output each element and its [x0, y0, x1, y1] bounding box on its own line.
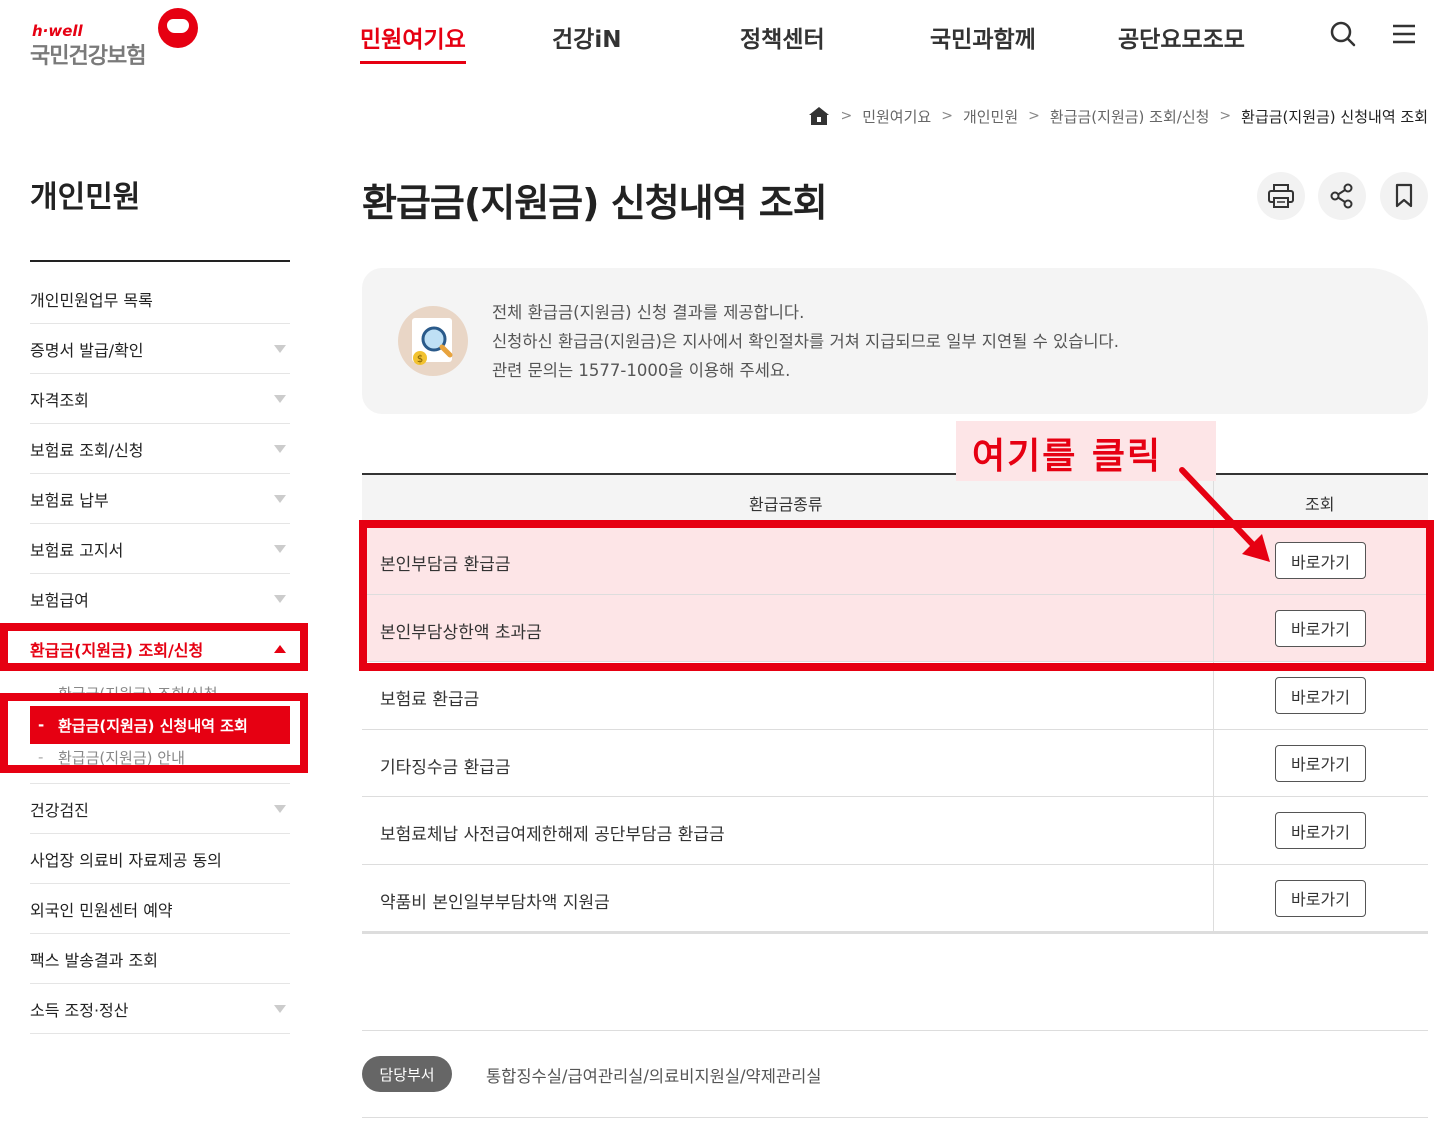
sidebar-item-foreigner-center[interactable]: 외국인 민원센터 예약 — [30, 884, 290, 934]
sidebar-item-premium-inquiry[interactable]: 보험료 조회/신청 — [30, 424, 290, 474]
breadcrumb-current: 환급금(지원금) 신청내역 조회 — [1241, 107, 1428, 126]
menu-icon[interactable] — [1388, 18, 1420, 50]
refund-type-name: 약품비 본인일부부담차액 지원금 — [380, 892, 610, 913]
breadcrumb-separator: > — [1219, 108, 1232, 124]
sidebar-item-list[interactable]: 개인민원업무 목록 — [30, 274, 290, 324]
sidebar-item-label: 보험급여 — [30, 590, 89, 610]
chevron-down-icon — [274, 545, 286, 553]
chevron-down-icon — [274, 445, 286, 453]
print-icon[interactable] — [1257, 172, 1305, 220]
sidebar-item-label: 보험료 고지서 — [30, 540, 124, 560]
column-header-type: 환급금종류 — [749, 495, 823, 514]
share-icon[interactable] — [1318, 172, 1366, 220]
logo-mark-icon — [158, 8, 198, 48]
sidebar-item-label: 건강검진 — [30, 800, 89, 820]
callout-text: 여기를 클릭 — [972, 436, 1163, 477]
breadcrumb-item[interactable]: 개인민원 — [963, 106, 1018, 127]
sidebar-item-label: 사업장 의료비 자료제공 동의 — [30, 850, 222, 870]
sidebar-item-label: 외국인 민원센터 예약 — [30, 900, 173, 920]
sidebar-item-label: 증명서 발급/확인 — [30, 340, 144, 360]
department-badge: 담당부서 — [362, 1056, 452, 1092]
chevron-down-icon — [274, 495, 286, 503]
breadcrumb-item[interactable]: 환급금(지원금) 조회/신청 — [1050, 106, 1210, 127]
breadcrumb-separator: > — [941, 108, 953, 124]
chevron-down-icon — [274, 1005, 286, 1013]
sidebar-item-premium-payment[interactable]: 보험료 납부 — [30, 474, 290, 524]
sidebar-item-qualification[interactable]: 자격조회 — [30, 374, 290, 424]
svg-text:$: $ — [417, 354, 423, 365]
sidebar-item-premium-notice[interactable]: 보험료 고지서 — [30, 524, 290, 574]
breadcrumb-separator: > — [1028, 108, 1040, 124]
sidebar-item-fax-result[interactable]: 팩스 발송결과 조회 — [30, 934, 290, 984]
info-line: 신청하신 환급금(지원금)은 지사에서 확인절차를 거쳐 지급되므로 일부 지연… — [492, 332, 1119, 351]
info-box: $ 전체 환급금(지원금) 신청 결과를 제공합니다. 신청하신 환급금(지원금… — [362, 268, 1428, 414]
chevron-down-icon — [274, 595, 286, 603]
go-button-arrears-refund[interactable]: 바로가기 — [1275, 812, 1366, 849]
sidebar-item-label: 보험료 조회/신청 — [30, 440, 144, 460]
breadcrumb: > 민원여기요 > 개인민원 > 환급금(지원금) 조회/신청 > 환급금(지원… — [808, 104, 1428, 128]
column-header-inquiry: 조회 — [1305, 495, 1335, 514]
sidebar-item-label: 개인민원업무 목록 — [30, 290, 153, 310]
nav-item-minwon[interactable]: 민원여기요 — [360, 20, 466, 64]
bookmark-icon[interactable] — [1380, 172, 1428, 220]
sidebar-divider — [30, 260, 290, 262]
sidebar-title: 개인민원 — [30, 180, 141, 215]
chevron-down-icon — [274, 395, 286, 403]
refund-type-name: 보험료체납 사전급여제한해제 공단부담금 환급금 — [380, 825, 725, 845]
search-icon[interactable] — [1327, 18, 1359, 50]
go-button-other-refund[interactable]: 바로가기 — [1275, 744, 1366, 782]
breadcrumb-separator: > — [840, 108, 853, 124]
highlight-box-sidebar-menu — [0, 623, 308, 671]
table-row: 약품비 본인일부부담차액 지원금 바로가기 — [362, 864, 1428, 932]
info-text: 전체 환급금(지원금) 신청 결과를 제공합니다. 신청하신 환급금(지원금)은… — [492, 298, 1119, 385]
info-line: 관련 문의는 1577-1000을 이용해 주세요. — [492, 361, 791, 380]
sidebar-item-benefits[interactable]: 보험급여 — [30, 574, 290, 624]
highlight-box-sidebar-submenu — [0, 693, 308, 773]
go-button-premium-refund[interactable]: 바로가기 — [1275, 677, 1366, 714]
refund-type-name: 보험료 환급금 — [380, 690, 480, 710]
home-icon[interactable] — [808, 106, 830, 126]
table-row: 보험료 환급금 바로가기 — [362, 662, 1428, 730]
sidebar-item-label: 팩스 발송결과 조회 — [30, 950, 158, 970]
refund-type-name: 기타징수금 환급금 — [380, 757, 511, 778]
magnifier-coin-icon: $ — [398, 306, 468, 376]
sidebar-item-income-adjust[interactable]: 소득 조정·정산 — [30, 984, 290, 1034]
department-text: 통합징수실/급여관리실/의료비지원실/약제관리실 — [486, 1067, 822, 1086]
nav-item-with-people[interactable]: 국민과함께 — [930, 20, 1036, 54]
table-row: 보험료체납 사전급여제한해제 공단부담금 환급금 바로가기 — [362, 797, 1428, 865]
sidebar-item-label: 소득 조정·정산 — [30, 1000, 129, 1020]
chevron-down-icon — [274, 345, 286, 353]
breadcrumb-item[interactable]: 민원여기요 — [862, 106, 931, 127]
nav-item-about[interactable]: 공단요모조모 — [1118, 20, 1245, 54]
nav-item-health-in[interactable]: 건강iN — [552, 20, 621, 54]
arrow-pointer-icon — [1179, 467, 1270, 562]
logo-text: 국민건강보험 — [30, 44, 146, 69]
page-title: 환급금(지원금) 신청내역 조회 — [362, 181, 828, 225]
sidebar-item-checkup[interactable]: 건강검진 — [30, 784, 290, 834]
sidebar-item-certificate[interactable]: 증명서 발급/확인 — [30, 324, 290, 374]
site-logo[interactable]: h·well 국민건강보험 — [30, 8, 210, 69]
sidebar-item-medical-consent[interactable]: 사업장 의료비 자료제공 동의 — [30, 834, 290, 884]
table-row: 기타징수금 환급금 바로가기 — [362, 729, 1428, 797]
chevron-down-icon — [274, 805, 286, 813]
sidebar-item-label: 자격조회 — [30, 390, 89, 410]
go-button-drug-subsidy[interactable]: 바로가기 — [1275, 879, 1366, 917]
info-line: 전체 환급금(지원금) 신청 결과를 제공합니다. — [492, 303, 805, 322]
site-header: h·well 국민건강보험 민원여기요 건강iN 정책센터 국민과함께 공단요모… — [0, 0, 1444, 80]
nav-item-policy-center[interactable]: 정책센터 — [740, 20, 825, 54]
sidebar-item-label: 보험료 납부 — [30, 490, 109, 510]
